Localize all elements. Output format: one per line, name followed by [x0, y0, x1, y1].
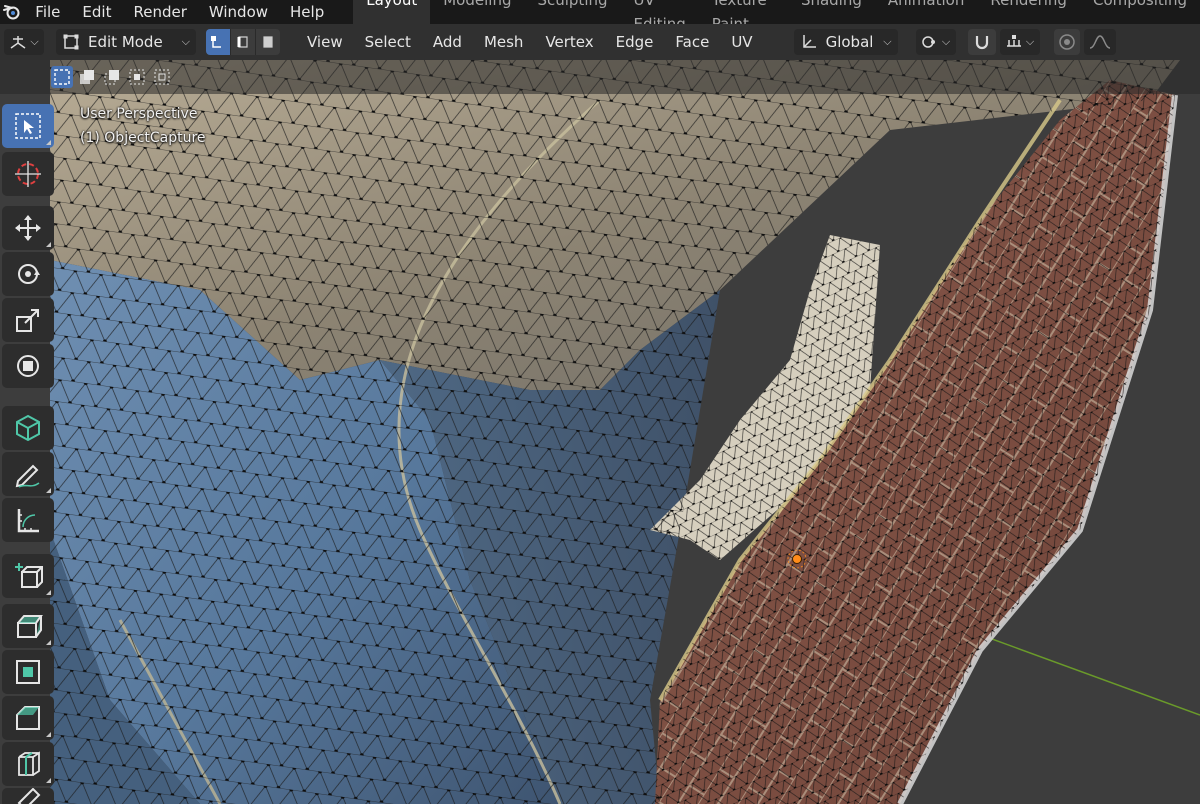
tool-knife[interactable]: [2, 788, 54, 804]
vertex-select-button[interactable]: [206, 29, 231, 55]
transform-icon: [17, 355, 39, 377]
select-extend-icon: [80, 70, 94, 84]
tool-transform[interactable]: [2, 344, 54, 388]
orientation-label: Global: [825, 33, 874, 51]
viewport-icon: [10, 36, 26, 49]
menu-uv[interactable]: UV: [720, 29, 763, 55]
tool-options-corner: [46, 732, 51, 737]
proportional-edit-icon: [1058, 34, 1075, 50]
tool-annotate-mesh[interactable]: [2, 406, 54, 450]
pivot-group: ⌵: [912, 29, 956, 55]
vertex-select-icon: [211, 36, 221, 48]
select-mode-group: [206, 29, 280, 55]
select-extend-button[interactable]: [76, 66, 98, 88]
snap-toggle[interactable]: [967, 29, 996, 55]
tool-options-corner: [46, 778, 51, 783]
tool-options-corner: [46, 640, 51, 645]
mode-dropdown[interactable]: Edit Mode ⌵: [56, 29, 196, 55]
editor-type-button[interactable]: ⌵: [4, 29, 44, 55]
select-new-button[interactable]: [51, 66, 73, 88]
tool-move[interactable]: [2, 206, 54, 250]
pivot-point-button[interactable]: ⌵: [915, 29, 956, 55]
measure-icon: [17, 509, 39, 533]
tool-scale[interactable]: [2, 298, 54, 342]
menu-edge[interactable]: Edge: [605, 29, 665, 55]
select-new-icon: [54, 69, 70, 85]
proportional-edit-toggle[interactable]: [1053, 29, 1080, 55]
face-select-button[interactable]: [256, 29, 280, 55]
inset-icon: [16, 660, 40, 684]
face-select-icon: [263, 36, 273, 48]
menu-mesh[interactable]: Mesh: [473, 29, 535, 55]
tool-options-corner: [46, 242, 51, 247]
header-menus: View Select Add Mesh Vertex Edge Face UV: [296, 29, 764, 55]
blender-logo-icon[interactable]: [0, 0, 24, 24]
tool-inset[interactable]: [2, 650, 54, 694]
snap-increment-icon: [1006, 35, 1021, 47]
tool-options-corner: [46, 590, 51, 595]
menu-view[interactable]: View: [296, 29, 354, 55]
falloff-icon: [1089, 35, 1110, 49]
tool-options-corner: [46, 140, 51, 145]
tool-rotate[interactable]: [2, 252, 54, 296]
cursor-icon: [15, 161, 41, 187]
select-intersect-button[interactable]: [151, 66, 173, 88]
chevron-down-icon: ⌵: [883, 35, 892, 48]
menu-help[interactable]: Help: [279, 0, 335, 24]
menu-add[interactable]: Add: [422, 29, 473, 55]
menu-select[interactable]: Select: [354, 29, 422, 55]
bevel-icon: [16, 706, 40, 730]
select-invert-button[interactable]: [126, 66, 148, 88]
edit-mode-icon: [63, 34, 79, 50]
select-invert-icon: [129, 69, 145, 85]
tool-loop-cut[interactable]: [2, 742, 54, 786]
tool-cursor[interactable]: [2, 152, 54, 196]
snap-group: ⌵: [964, 29, 1040, 55]
tool-options-corner: [46, 488, 51, 493]
scale-icon: [16, 309, 39, 332]
tool-add-cube[interactable]: [2, 554, 54, 598]
orientation-icon: [802, 35, 816, 48]
add-cube-icon: [15, 563, 43, 588]
menu-face[interactable]: Face: [664, 29, 720, 55]
chevron-down-icon: ⌵: [181, 35, 190, 48]
viewport-header: ⌵ Edit Mode ⌵ View Select Add Mesh Verte…: [0, 24, 1200, 60]
tool-settings-bar: [0, 60, 1200, 94]
magnet-icon: [975, 36, 988, 50]
menu-file[interactable]: File: [24, 0, 71, 24]
tool-select-box[interactable]: [2, 104, 54, 148]
select-box-icon: [15, 113, 41, 139]
3d-viewport[interactable]: User Perspective (1) ObjectCapture: [0, 60, 1200, 804]
mesh-cube-icon: [16, 414, 40, 442]
tool-extrude[interactable]: [2, 604, 54, 648]
tool-bevel[interactable]: [2, 696, 54, 740]
select-subtract-icon: [104, 70, 119, 85]
top-menu-bar: File Edit Render Window Help Layout Mode…: [0, 0, 1200, 36]
menu-vertex[interactable]: Vertex: [534, 29, 604, 55]
knife-icon: [17, 788, 41, 804]
edge-select-button[interactable]: [231, 29, 256, 55]
mesh-view[interactable]: [0, 60, 1200, 804]
transform-orientation-dropdown[interactable]: Global ⌵: [793, 29, 898, 55]
tool-measure[interactable]: [2, 498, 54, 542]
extrude-icon: [17, 615, 43, 638]
mode-label: Edit Mode: [88, 33, 163, 51]
falloff-dropdown[interactable]: [1083, 29, 1116, 55]
menu-render[interactable]: Render: [122, 0, 197, 24]
pencil-icon: [15, 464, 40, 488]
loop-cut-icon: [18, 751, 40, 776]
menu-edit[interactable]: Edit: [71, 0, 122, 24]
snap-target-dropdown[interactable]: ⌵: [999, 29, 1040, 55]
edge-select-icon: [237, 36, 248, 48]
rotate-icon: [18, 264, 40, 284]
viewport-perspective-label: User Perspective: [80, 106, 198, 122]
menu-window[interactable]: Window: [198, 0, 279, 24]
tool-annotate[interactable]: [2, 452, 54, 496]
link-icon: [922, 36, 935, 48]
proportional-group: [1050, 29, 1116, 55]
move-icon: [15, 215, 41, 241]
select-intersect-icon: [154, 69, 170, 85]
select-subtract-button[interactable]: [101, 66, 123, 88]
viewport-object-label: (1) ObjectCapture: [80, 130, 206, 146]
